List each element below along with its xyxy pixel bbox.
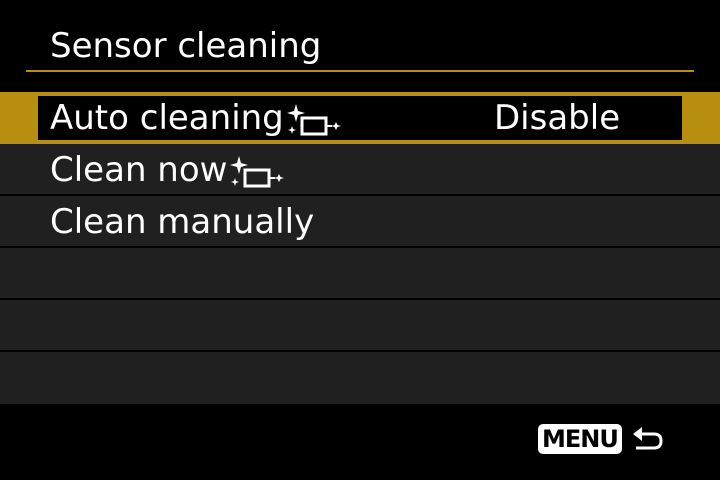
title-divider <box>26 70 694 72</box>
menu-item-label: Auto cleaning <box>50 98 284 138</box>
sensor-clean-icon <box>230 156 285 188</box>
menu-row-empty <box>0 352 720 404</box>
menu-row-empty <box>0 248 720 300</box>
menu-item-label: Clean now <box>50 150 228 190</box>
menu-item-label: Clean manually <box>50 202 315 242</box>
menu-button[interactable]: MENU <box>538 424 622 454</box>
menu-item-auto-cleaning[interactable]: Auto cleaning Disable <box>0 92 720 144</box>
menu-item-clean-now[interactable]: Clean now <box>0 144 720 196</box>
selection-highlight: Auto cleaning Disable <box>38 96 682 140</box>
menu-return-control[interactable]: MENU <box>538 424 664 454</box>
sensor-clean-icon <box>286 104 341 136</box>
return-arrow-icon <box>632 427 663 450</box>
auto-cleaning-value: Disable <box>494 98 621 138</box>
menu-list: Auto cleaning Disable Clean now Clean ma… <box>0 92 720 404</box>
screen-title: Sensor cleaning <box>50 26 322 66</box>
menu-item-clean-manually[interactable]: Clean manually <box>0 196 720 248</box>
menu-row-empty <box>0 300 720 352</box>
